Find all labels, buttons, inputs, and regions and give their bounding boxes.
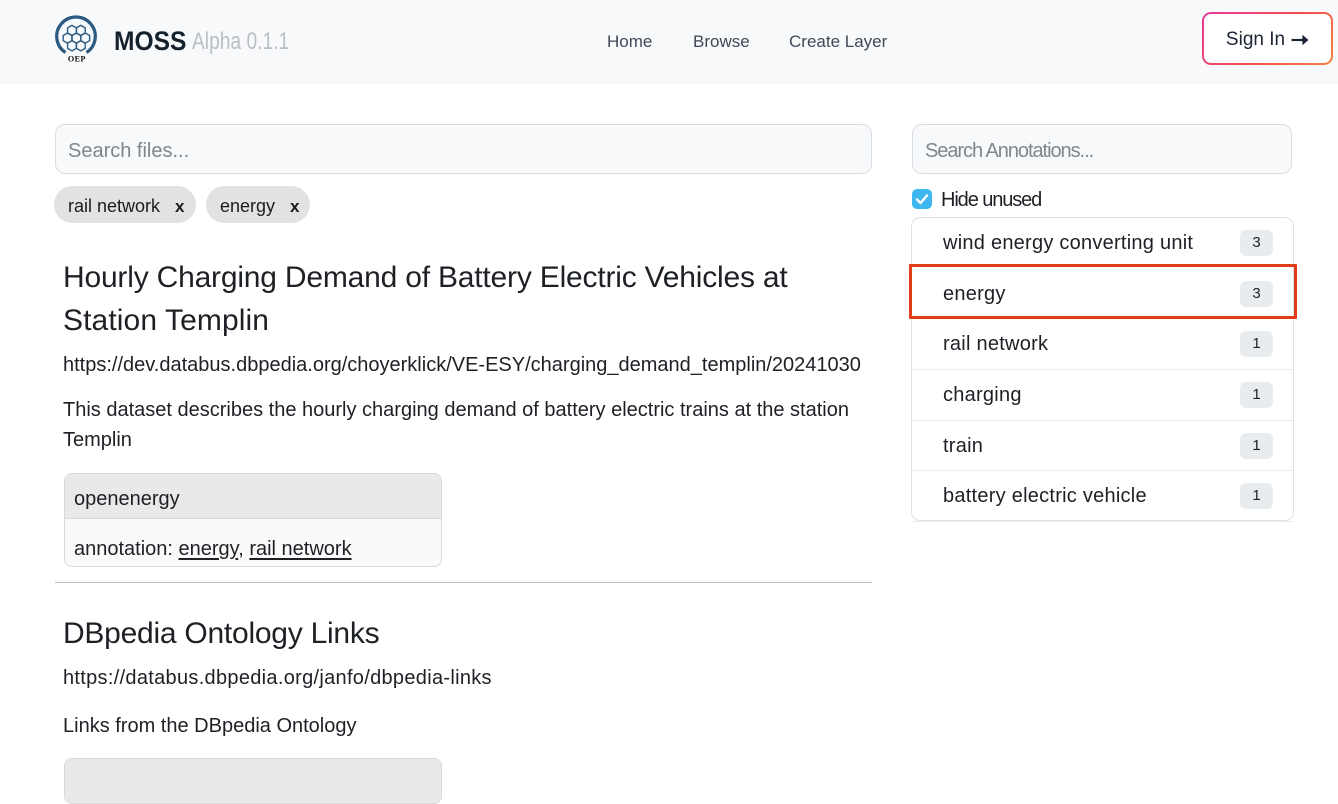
svg-text:OEP: OEP [68, 55, 86, 64]
